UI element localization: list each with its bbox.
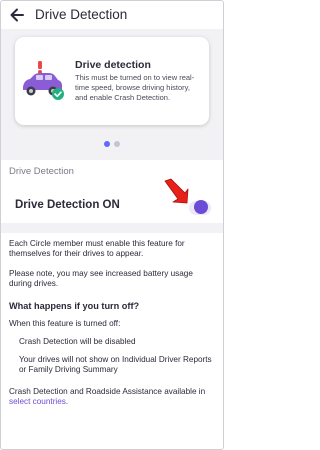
info-paragraph-1: Each Circle member must enable this feat… [9, 239, 185, 259]
car-alert-icon [23, 61, 64, 100]
info-footer: Crash Detection and Roadside Assistance … [9, 387, 215, 408]
pager-dot-active[interactable] [104, 141, 110, 147]
info-paragraph-2: Please note, you may see increased batte… [9, 269, 193, 289]
footer-end: . [65, 397, 69, 407]
app-header: Drive Detection [1, 1, 223, 29]
info-bullet-2: Your drives will not show on Individual … [19, 355, 212, 375]
back-button[interactable] [7, 5, 27, 25]
arrow-left-icon [10, 8, 24, 22]
drive-detection-toggle[interactable] [189, 200, 211, 215]
card-description: This must be turned on to view real-time… [75, 73, 195, 102]
feature-card[interactable]: Drive detection This must be turned on t… [15, 37, 209, 125]
info-bullet-1: Crash Detection will be disabled [19, 337, 136, 346]
info-heading: What happens if you turn off? [9, 301, 140, 311]
carousel-pager [1, 141, 223, 147]
pager-dot[interactable] [114, 141, 120, 147]
divider [1, 223, 223, 233]
toggle-knob [194, 200, 208, 214]
card-title: Drive detection [75, 59, 151, 71]
drive-detection-row[interactable]: Drive Detection ON [1, 187, 223, 223]
red-arrow-icon [164, 178, 189, 204]
footer-text: Crash Detection and Roadside Assistance … [9, 387, 206, 396]
setting-label: Drive Detection ON [15, 199, 120, 211]
info-intro: When this feature is turned off: [9, 319, 121, 328]
screen: Drive Detection Drive detection This mus… [0, 0, 224, 450]
section-label: Drive Detection [9, 166, 74, 177]
page-title: Drive Detection [35, 7, 128, 22]
select-countries-link[interactable]: select countries [9, 397, 66, 406]
